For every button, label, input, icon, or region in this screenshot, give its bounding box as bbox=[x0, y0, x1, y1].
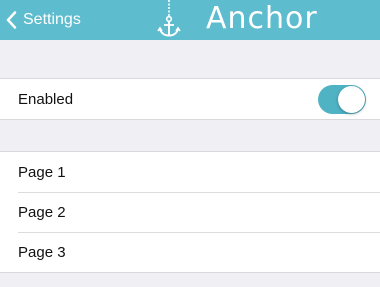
list-item-page-3[interactable]: Page 3 bbox=[0, 232, 380, 272]
list-item-label: Page 3 bbox=[18, 243, 66, 261]
back-button-label: Settings bbox=[23, 11, 81, 28]
list-item-page-2[interactable]: Page 2 bbox=[0, 192, 380, 232]
list-item-label: Page 1 bbox=[18, 163, 66, 181]
pages-group: Page 1 Page 2 Page 3 bbox=[0, 151, 380, 273]
list-item-label: Page 2 bbox=[18, 203, 66, 221]
back-button[interactable]: Settings bbox=[6, 6, 81, 34]
anchor-icon bbox=[157, 0, 181, 37]
enabled-row: Enabled bbox=[0, 79, 380, 119]
toggle-knob bbox=[338, 86, 365, 113]
enabled-group: Enabled bbox=[0, 78, 380, 120]
navigation-bar: Settings Anchor bbox=[0, 0, 380, 40]
list-item-page-1[interactable]: Page 1 bbox=[0, 152, 380, 192]
chevron-left-icon bbox=[6, 11, 17, 29]
enabled-toggle[interactable] bbox=[318, 85, 366, 114]
enabled-label: Enabled bbox=[18, 90, 74, 108]
page-title: Anchor bbox=[206, 1, 318, 36]
